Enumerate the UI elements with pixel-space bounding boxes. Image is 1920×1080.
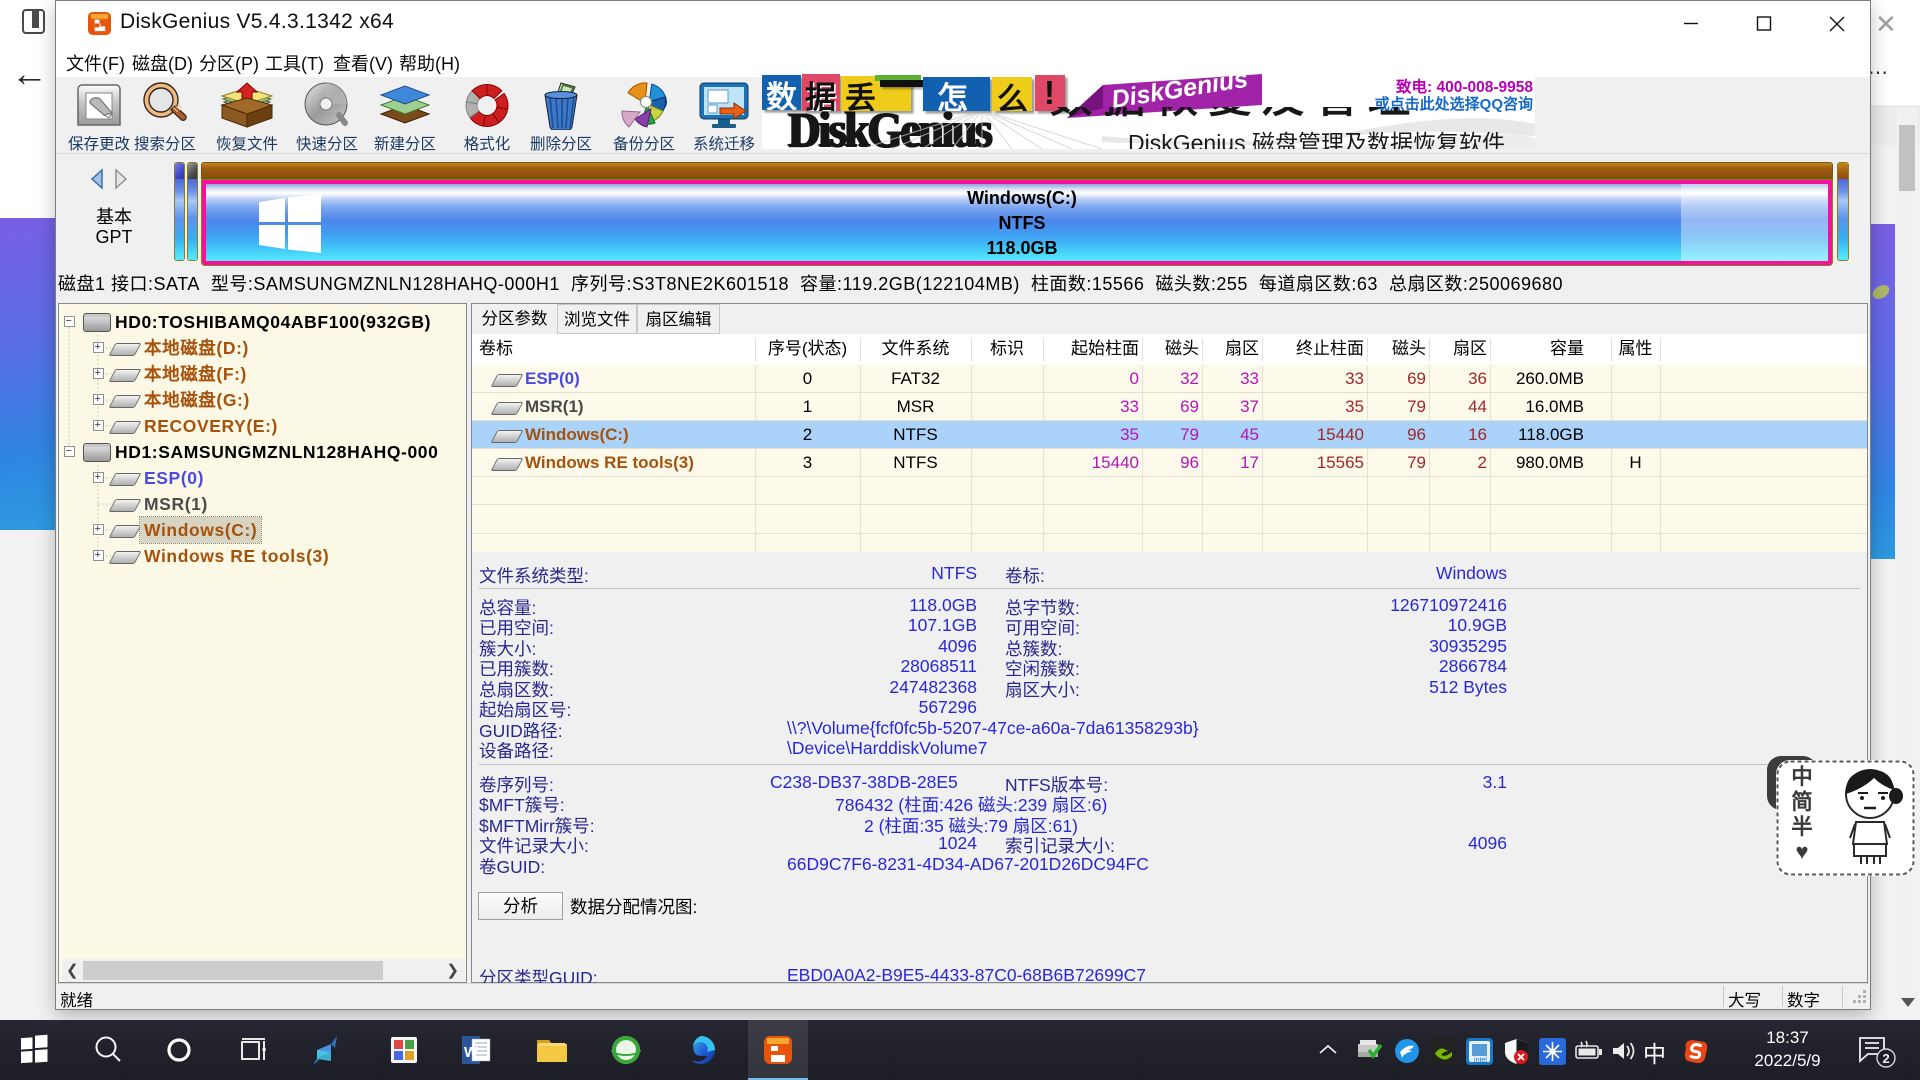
- svg-text:intel: intel: [1474, 1057, 1487, 1064]
- svg-text:W: W: [464, 1044, 479, 1061]
- svg-text:2: 2: [1883, 1051, 1890, 1066]
